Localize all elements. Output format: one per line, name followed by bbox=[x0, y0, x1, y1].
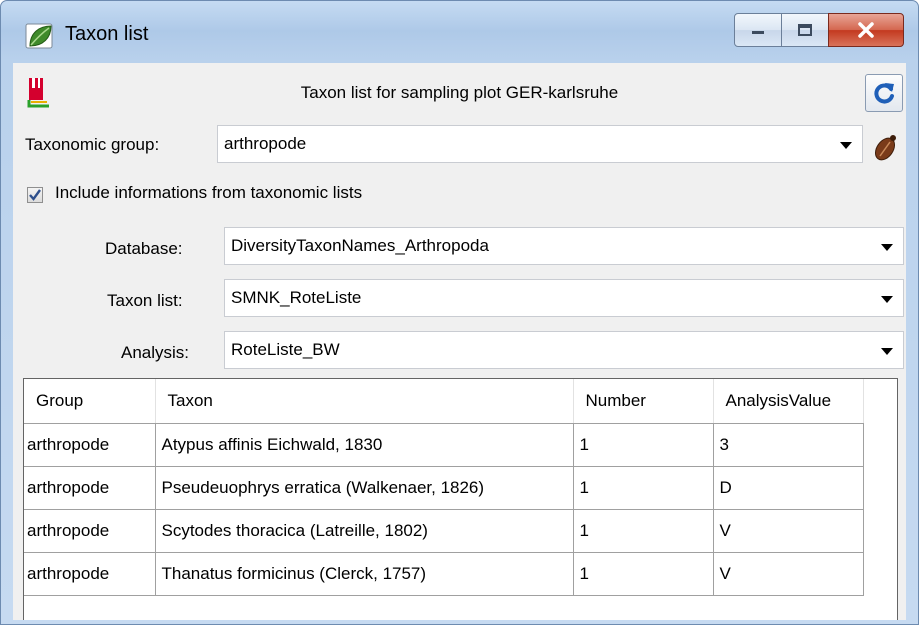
cell-group[interactable]: arthropode bbox=[24, 509, 156, 553]
leaf-icon bbox=[25, 23, 53, 49]
cell-analysis-value[interactable]: 3 bbox=[712, 423, 864, 467]
analysis-select[interactable]: RoteListe_BW bbox=[224, 331, 904, 369]
column-header-group[interactable]: Group bbox=[24, 379, 156, 424]
taxon-grid: Group Taxon Number AnalysisValue arthrop… bbox=[24, 379, 864, 596]
database-label: Database: bbox=[105, 239, 183, 258]
refresh-icon bbox=[874, 83, 894, 104]
database-select[interactable]: DiversityTaxonNames_Arthropoda bbox=[224, 227, 904, 265]
window-title: Taxon list bbox=[65, 23, 149, 45]
column-header-number[interactable]: Number bbox=[573, 379, 714, 424]
taxon-list-label: Taxon list: bbox=[107, 291, 183, 310]
taxon-list-value: SMNK_RoteListe bbox=[231, 288, 362, 307]
chevron-down-icon bbox=[840, 142, 852, 149]
taxon-list-window: Taxon list Taxon list for sampling plot … bbox=[0, 0, 919, 625]
table-row[interactable]: arthropode Atypus affinis Eichwald, 1830… bbox=[24, 423, 864, 467]
include-taxonomic-lists-checkbox[interactable] bbox=[27, 187, 43, 203]
check-icon bbox=[29, 189, 41, 201]
cell-group[interactable]: arthropode bbox=[24, 466, 156, 510]
client-area: Taxon list for sampling plot GER-karlsru… bbox=[13, 63, 906, 620]
database-value: DiversityTaxonNames_Arthropoda bbox=[231, 236, 489, 255]
taxon-list-select[interactable]: SMNK_RoteListe bbox=[224, 279, 904, 317]
chevron-down-icon bbox=[881, 244, 893, 251]
chevron-down-icon bbox=[881, 348, 893, 355]
cell-taxon[interactable]: Scytodes thoracica (Latreille, 1802) bbox=[154, 509, 574, 553]
minimize-icon bbox=[752, 31, 764, 34]
close-button[interactable] bbox=[828, 13, 904, 47]
cell-number[interactable]: 1 bbox=[572, 552, 714, 596]
cell-number[interactable]: 1 bbox=[572, 466, 714, 510]
cell-taxon[interactable]: Atypus affinis Eichwald, 1830 bbox=[154, 423, 574, 467]
cell-group[interactable]: arthropode bbox=[24, 423, 156, 467]
minimize-button[interactable] bbox=[734, 13, 782, 47]
refresh-button[interactable] bbox=[865, 74, 903, 112]
taxon-table[interactable]: Group Taxon Number AnalysisValue arthrop… bbox=[23, 378, 898, 620]
cell-analysis-value[interactable]: D bbox=[712, 466, 864, 510]
cell-taxon[interactable]: Thanatus formicinus (Clerck, 1757) bbox=[154, 552, 574, 596]
taxonomic-group-label: Taxonomic group: bbox=[25, 135, 160, 154]
cell-group[interactable]: arthropode bbox=[24, 552, 156, 596]
maximize-button[interactable] bbox=[781, 13, 829, 47]
header-title: Taxon list for sampling plot GER-karlsru… bbox=[300, 83, 619, 102]
cell-analysis-value[interactable]: V bbox=[712, 552, 864, 596]
cell-number[interactable]: 1 bbox=[572, 509, 714, 553]
title-bar[interactable]: Taxon list bbox=[1, 1, 918, 63]
cell-taxon[interactable]: Pseudeuophrys erratica (Walkenaer, 1826) bbox=[154, 466, 574, 510]
analysis-value: RoteListe_BW bbox=[231, 340, 340, 359]
table-row[interactable]: arthropode Scytodes thoracica (Latreille… bbox=[24, 509, 864, 553]
close-icon bbox=[858, 22, 874, 38]
analysis-label: Analysis: bbox=[121, 343, 190, 362]
cell-number[interactable]: 1 bbox=[572, 423, 714, 467]
include-taxonomic-lists-label[interactable]: Include informations from taxonomic list… bbox=[55, 183, 362, 203]
chevron-down-icon bbox=[881, 296, 893, 303]
table-header-row: Group Taxon Number AnalysisValue bbox=[24, 379, 864, 424]
column-header-taxon[interactable]: Taxon bbox=[155, 379, 574, 424]
table-row[interactable]: arthropode Thanatus formicinus (Clerck, … bbox=[24, 552, 864, 596]
table-row[interactable]: arthropode Pseudeuophrys erratica (Walke… bbox=[24, 466, 864, 510]
taxonomic-group-select[interactable]: arthropode bbox=[217, 125, 863, 163]
beetle-icon[interactable] bbox=[871, 133, 899, 163]
cell-analysis-value[interactable]: V bbox=[712, 509, 864, 553]
taxonomic-group-value: arthropode bbox=[224, 134, 307, 153]
column-header-analysis-value[interactable]: AnalysisValue bbox=[713, 379, 864, 424]
maximize-icon bbox=[798, 24, 812, 36]
